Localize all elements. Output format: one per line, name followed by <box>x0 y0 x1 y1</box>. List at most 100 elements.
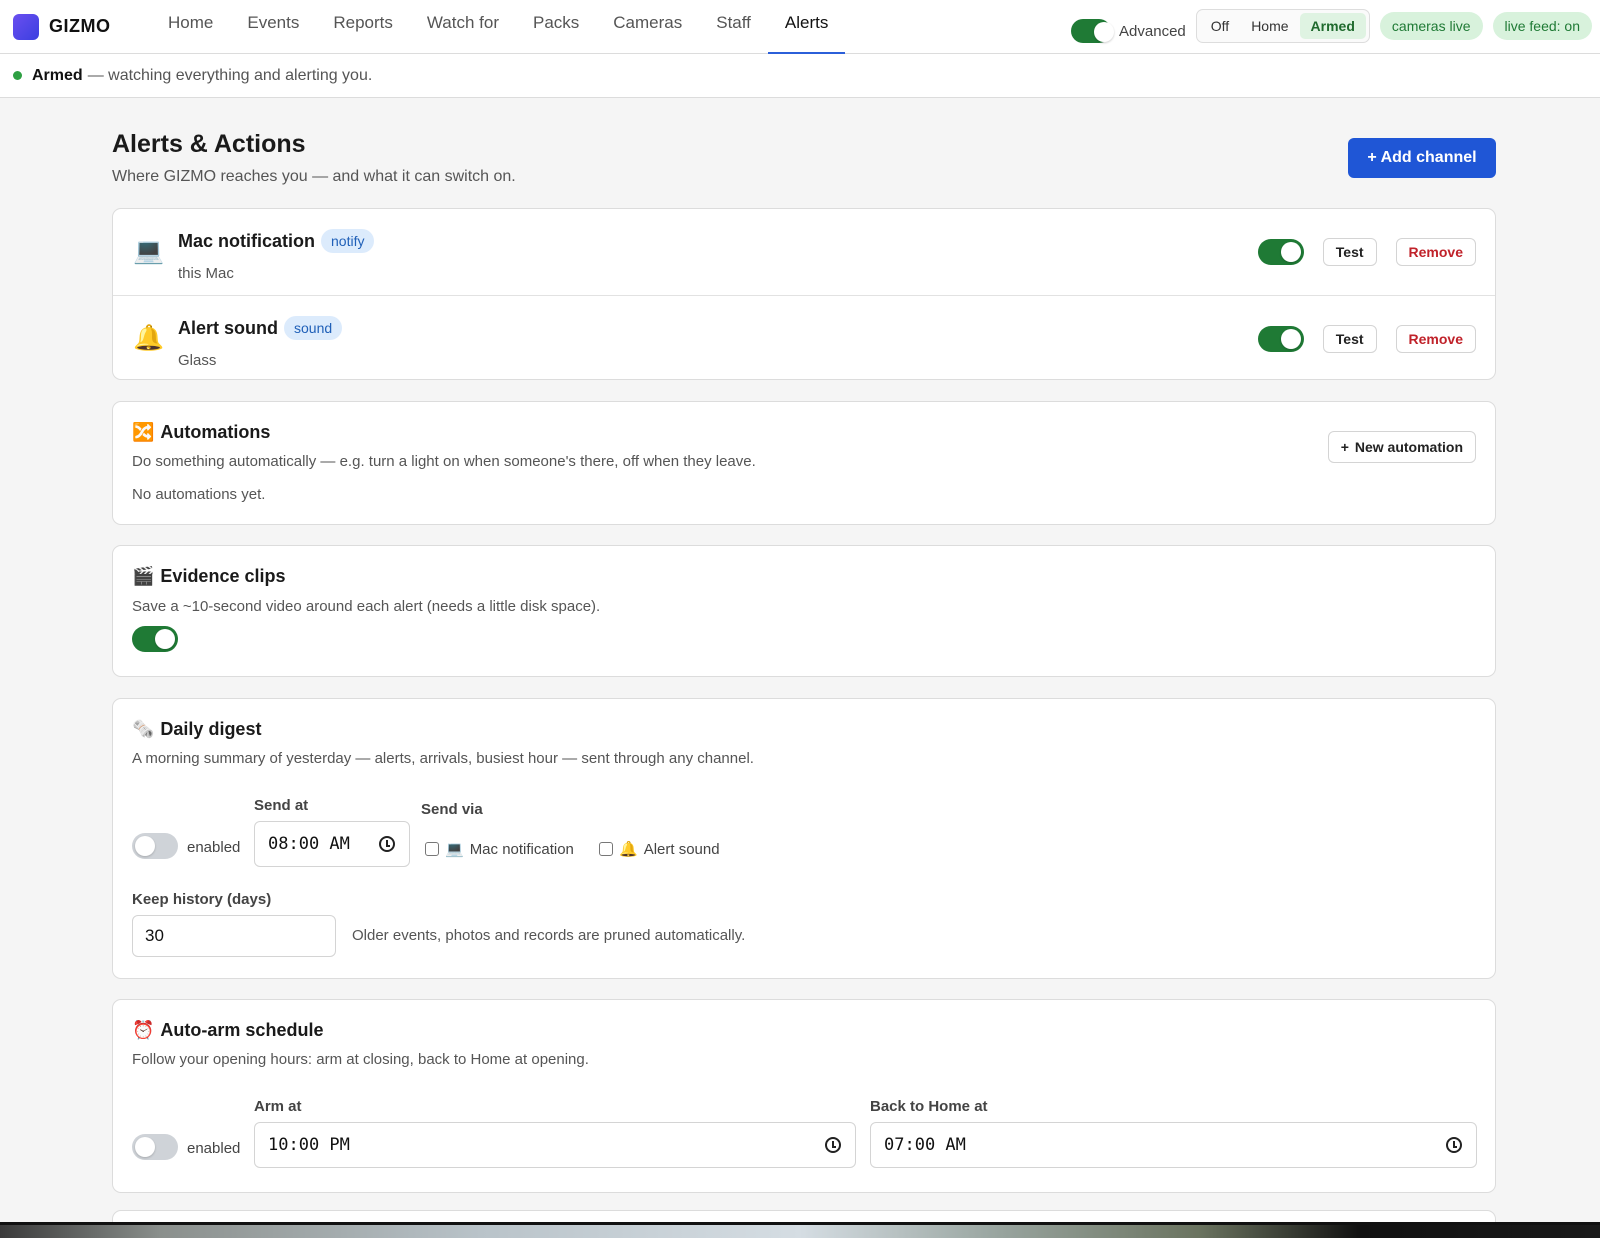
tab-staff[interactable]: Staff <box>699 0 768 54</box>
arm-at-time-input[interactable]: 10:00 PM <box>254 1122 856 1168</box>
mode-selector: Off Home Armed <box>1195 9 1370 43</box>
cameras-live-badge: cameras live <box>1379 12 1483 40</box>
advanced-toggle[interactable] <box>1071 19 1115 43</box>
channel-detail: this Mac <box>178 265 234 282</box>
channel-row: 💻 Mac notification notify this Mac Test … <box>113 209 1495 295</box>
section-description: Follow your opening hours: arm at closin… <box>132 1051 589 1068</box>
section-description: Save a ~10-second video around each aler… <box>132 598 601 615</box>
status-dot-icon <box>13 71 22 80</box>
channel-name: Alert sound sound <box>178 316 343 340</box>
section-title-text: Evidence clips <box>160 566 286 586</box>
status-message: — watching everything and alerting you. <box>87 66 373 84</box>
section-description: Do something automatically — e.g. turn a… <box>132 453 756 470</box>
main-nav: Home Events Reports Watch for Packs Came… <box>151 0 846 54</box>
status-state: Armed <box>32 66 83 84</box>
evidence-clips-card: 🎬 Evidence clips Save a ~10-second video… <box>112 545 1496 677</box>
send-at-time-input[interactable]: 08:00 AM <box>254 821 410 867</box>
channel-row: 🔔 Alert sound sound Glass Test Remove <box>113 295 1495 381</box>
tab-packs[interactable]: Packs <box>516 0 596 54</box>
digest-enabled-toggle[interactable] <box>132 833 178 859</box>
new-automation-label: New automation <box>1354 439 1463 455</box>
advanced-label: Advanced <box>1119 22 1186 40</box>
history-days-input[interactable]: 30 <box>132 915 336 957</box>
tab-events[interactable]: Events <box>230 0 316 54</box>
send-at-label: Send at <box>254 797 309 814</box>
new-automation-button[interactable]: + New automation <box>1327 431 1476 463</box>
send-via-option-label: Mac notification <box>469 840 574 858</box>
laptop-icon: 💻 <box>133 237 165 265</box>
evidence-clips-toggle[interactable] <box>132 626 178 652</box>
send-via-checkbox[interactable] <box>599 842 613 856</box>
tab-home[interactable]: Home <box>151 0 230 54</box>
channel-enabled-toggle[interactable] <box>1257 326 1304 352</box>
history-label: Keep history (days) <box>132 891 272 908</box>
laptop-icon: 💻 <box>445 841 464 858</box>
shuffle-icon: 🔀 <box>132 422 155 442</box>
newspaper-icon: 🗞️ <box>132 719 155 739</box>
app-name: GIZMO <box>49 16 111 36</box>
home-at-time-input[interactable]: 07:00 AM <box>870 1122 1477 1168</box>
send-via-option-label: Alert sound <box>643 840 720 858</box>
enabled-label: enabled <box>187 839 241 856</box>
advanced-switch: Advanced <box>1071 19 1186 43</box>
channel-type-badge: notify <box>321 229 375 253</box>
channel-name: Mac notification notify <box>178 229 375 253</box>
remove-button[interactable]: Remove <box>1395 325 1476 353</box>
tab-cameras[interactable]: Cameras <box>596 0 699 54</box>
section-title: 🗞️ Daily digest <box>132 719 261 740</box>
clock-icon <box>1446 1137 1462 1153</box>
empty-state: No automations yet. <box>132 486 266 503</box>
auto-arm-card: ⏰ Auto-arm schedule Follow your opening … <box>112 999 1496 1193</box>
channel-name-text: Alert sound <box>178 317 279 338</box>
channel-enabled-toggle[interactable] <box>1257 239 1304 265</box>
tab-watch-for[interactable]: Watch for <box>410 0 516 54</box>
history-note: Older events, photos and records are pru… <box>352 927 746 944</box>
tab-alerts[interactable]: Alerts <box>767 0 846 54</box>
arm-at-label: Arm at <box>254 1098 302 1115</box>
section-title: 🎬 Evidence clips <box>132 566 285 587</box>
alarm-clock-icon: ⏰ <box>132 1020 155 1040</box>
test-button[interactable]: Test <box>1322 325 1377 353</box>
send-via-label: Send via <box>421 801 483 818</box>
enabled-label: enabled <box>187 1140 241 1157</box>
tab-reports[interactable]: Reports <box>316 0 410 54</box>
schedule-enabled-toggle[interactable] <box>132 1134 178 1160</box>
send-via-checkbox[interactable] <box>425 842 439 856</box>
mode-home[interactable]: Home <box>1240 13 1299 39</box>
app-logo[interactable]: GIZMO <box>13 13 135 40</box>
send-at-value: 08:00 AM <box>268 834 350 854</box>
home-at-value: 07:00 AM <box>884 1135 966 1155</box>
plus-icon: + <box>1340 439 1349 455</box>
bell-icon: 🔔 <box>133 324 165 352</box>
section-title-text: Auto-arm schedule <box>160 1020 324 1040</box>
channel-detail: Glass <box>178 352 217 369</box>
history-days-value: 30 <box>145 926 164 945</box>
arm-at-value: 10:00 PM <box>268 1135 350 1155</box>
add-channel-button[interactable]: + Add channel <box>1348 138 1496 178</box>
desktop-wallpaper-strip <box>0 1222 1600 1238</box>
page-title: Alerts & Actions <box>112 130 306 158</box>
section-description: A morning summary of yesterday — alerts,… <box>132 750 754 767</box>
status-bar: Armed — watching everything and alerting… <box>0 54 1600 98</box>
send-via-option[interactable]: 🔔 Alert sound <box>599 840 720 858</box>
section-title-text: Automations <box>160 422 271 442</box>
section-title-text: Daily digest <box>160 719 262 739</box>
daily-digest-card: 🗞️ Daily digest A morning summary of yes… <box>112 698 1496 979</box>
home-at-label: Back to Home at <box>870 1098 988 1115</box>
remove-button[interactable]: Remove <box>1395 238 1476 266</box>
mode-off[interactable]: Off <box>1200 13 1240 39</box>
send-via-option[interactable]: 💻 Mac notification <box>425 840 574 858</box>
top-nav-bar: GIZMO Home Events Reports Watch for Pack… <box>0 0 1600 54</box>
test-button[interactable]: Test <box>1322 238 1377 266</box>
clapper-icon: 🎬 <box>132 566 155 586</box>
clock-icon <box>825 1137 841 1153</box>
page-subtitle: Where GIZMO reaches you — and what it ca… <box>112 168 516 185</box>
channels-card: 💻 Mac notification notify this Mac Test … <box>112 208 1496 380</box>
mode-armed[interactable]: Armed <box>1299 13 1366 39</box>
clock-icon <box>379 836 395 852</box>
live-feed-badge: live feed: on <box>1492 12 1592 40</box>
section-title: ⏰ Auto-arm schedule <box>132 1020 323 1041</box>
automations-card: 🔀 Automations Do something automatically… <box>112 401 1496 525</box>
logo-icon <box>13 13 39 40</box>
bell-icon: 🔔 <box>619 841 638 858</box>
